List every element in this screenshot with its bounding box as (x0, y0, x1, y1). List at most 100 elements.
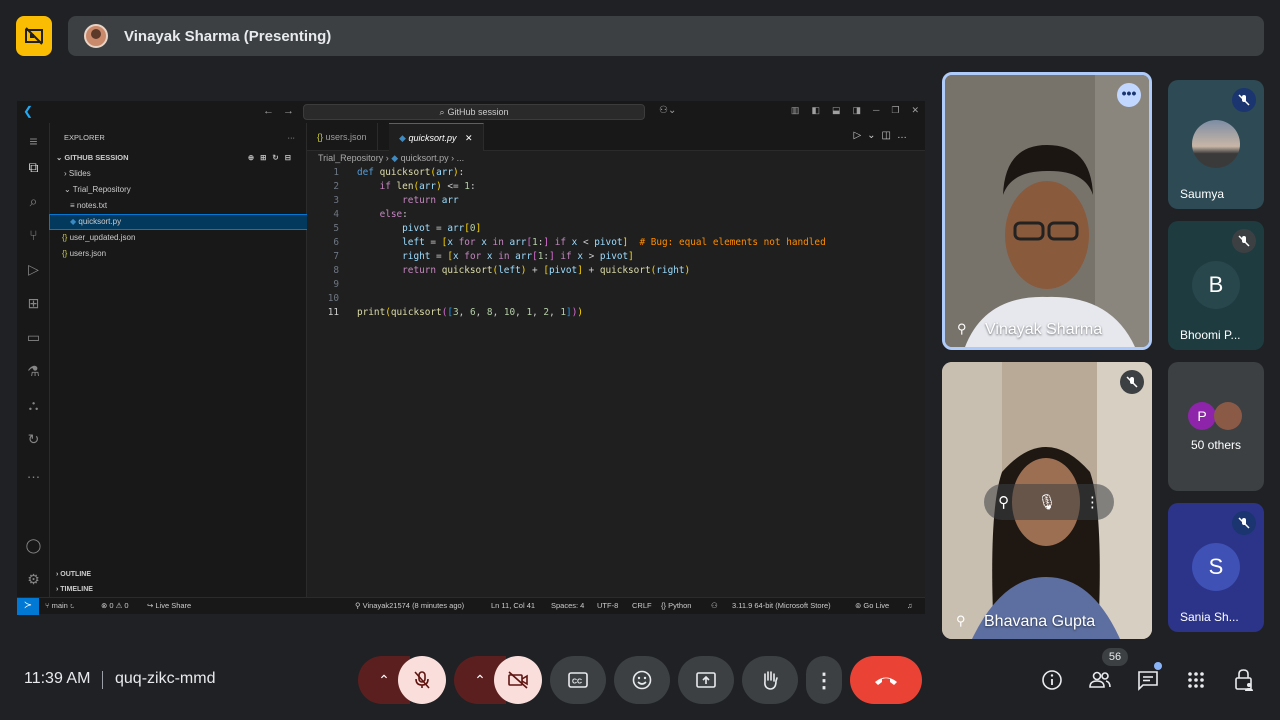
tile-more-icon[interactable]: ⋮ (1085, 493, 1100, 511)
source-control-icon[interactable]: ⑂ (25, 227, 42, 244)
present-screen-button[interactable] (678, 656, 734, 704)
python-icon[interactable]: ⛬ (25, 397, 42, 414)
tab-users-json[interactable]: {} users.json (307, 123, 378, 151)
notifications-bell-icon[interactable]: ♫ (907, 601, 913, 610)
participant-tile-saumya[interactable]: Saumya (1168, 80, 1264, 209)
go-live[interactable]: ⊚ Go Live (855, 601, 889, 610)
outline-section[interactable]: › OUTLINE (50, 568, 307, 582)
presentation-stop-icon[interactable] (16, 16, 52, 56)
restore-icon[interactable]: ❐ (891, 105, 899, 116)
unpin-icon[interactable]: ⚲ (998, 493, 1009, 511)
participant-tile-sania[interactable]: S Sania Sh... (1168, 503, 1264, 632)
toggle-panel-icon[interactable]: ⬓ (832, 105, 841, 116)
mic-off-icon (1120, 370, 1144, 394)
indentation[interactable]: Spaces: 4 (551, 601, 584, 610)
remote-explorer-icon[interactable]: ▭ (25, 329, 42, 346)
more-icon[interactable]: … (25, 465, 42, 482)
mic-off-icon (414, 671, 430, 689)
copilot-status-icon[interactable]: ⚇ (711, 601, 718, 610)
shared-screen: ❮ ← → ⌕ GitHub session ⚇⌄ ▥ ◧ ⬓ ◨ ─ ❐ ✕ … (17, 101, 925, 615)
reactions-button[interactable] (614, 656, 670, 704)
participant-tile-others[interactable]: P 50 others (1168, 362, 1264, 491)
back-arrow-icon[interactable]: ← (263, 105, 274, 117)
live-share-icon[interactable]: ↻ (25, 431, 42, 448)
more-options-button[interactable]: ⋮ (806, 656, 842, 704)
tree-item-quicksort[interactable]: ◆ quicksort.py (49, 214, 308, 230)
toggle-secondary-icon[interactable]: ◨ (852, 105, 861, 116)
testing-icon[interactable]: ⚗ (25, 363, 42, 380)
code-line: 7 right = [x for x in arr[1:] if x > piv… (333, 251, 634, 262)
captions-button[interactable]: CC (550, 656, 606, 704)
participant-tile-bhavana[interactable]: ⚲ 🎙 ⋮ ⚲ Bhavana Gupta (942, 362, 1152, 639)
participant-tile-bhoomi[interactable]: B Bhoomi P... (1168, 221, 1264, 350)
toggle-sidebar-icon[interactable]: ◧ (811, 105, 820, 116)
mic-off-icon (1232, 511, 1256, 535)
mute-participant-icon[interactable]: 🎙 (1037, 493, 1056, 511)
editor-area: {} users.json ◆ quicksort.py ✕ ▷⌄◫… Tria… (307, 123, 925, 597)
search-icon[interactable]: ⌕ (25, 193, 42, 210)
git-branch[interactable]: ⑂ main ↻ (45, 601, 74, 610)
line-ending[interactable]: CRLF (632, 601, 652, 610)
python-interpreter[interactable]: 3.11.9 64-bit (Microsoft Store) (732, 601, 831, 610)
tree-item-users[interactable]: {} users.json (50, 247, 307, 261)
layout-icon[interactable]: ▥ (791, 105, 800, 116)
chat-icon (1138, 671, 1158, 691)
raise-hand-button[interactable] (742, 656, 798, 704)
meeting-details-button[interactable] (1040, 668, 1064, 692)
explorer-icon[interactable]: ⧉ (25, 159, 42, 176)
forward-arrow-icon[interactable]: → (283, 105, 294, 117)
extensions-icon[interactable]: ⊞ (25, 295, 42, 312)
unread-dot (1154, 662, 1162, 670)
git-blame[interactable]: ⚲ Vinayak21574 (8 minutes ago) (355, 601, 464, 610)
pin-icon[interactable]: ⚲ (956, 613, 966, 629)
avatar (1214, 402, 1242, 430)
leave-call-button[interactable] (850, 656, 922, 704)
activities-button[interactable] (1184, 668, 1208, 692)
emoji-icon (632, 670, 652, 690)
live-share-status[interactable]: ↪ Live Share (147, 601, 191, 610)
cursor-position[interactable]: Ln 11, Col 41 (491, 601, 535, 610)
timeline-section[interactable]: › TIMELINE (50, 583, 307, 597)
close-window-icon[interactable]: ✕ (911, 105, 919, 116)
editor-actions[interactable]: ▷⌄◫… (853, 130, 913, 141)
minimize-icon[interactable]: ─ (873, 105, 879, 116)
participant-tile-vinayak[interactable]: ••• ⚲ Vinayak Sharma (942, 72, 1152, 350)
more-options-icon[interactable]: ••• (1117, 83, 1141, 107)
mic-off-icon (1232, 88, 1256, 112)
breadcrumb: Trial_Repository › ◆ quicksort.py › ... (318, 153, 465, 163)
tree-item-notes[interactable]: ≡ notes.txt (50, 199, 307, 213)
presenting-banner: Vinayak Sharma (Presenting) (68, 16, 1264, 56)
tab-quicksort-py[interactable]: ◆ quicksort.py ✕ (389, 123, 484, 151)
settings-gear-icon[interactable]: ⚙ (25, 571, 42, 588)
presenting-label: Vinayak Sharma (Presenting) (124, 27, 332, 45)
workspace-section[interactable]: ⌄ GITHUB SESSION ⊕⊞↻⊟ (50, 151, 307, 165)
encoding[interactable]: UTF-8 (597, 601, 618, 610)
close-tab-icon[interactable]: ✕ (465, 133, 473, 143)
camera-toggle-button[interactable] (494, 656, 542, 704)
others-count: 50 others (1190, 438, 1242, 452)
avatar (1192, 120, 1240, 168)
host-controls-button[interactable] (1232, 668, 1256, 692)
chat-button[interactable] (1136, 662, 1162, 692)
remote-icon[interactable]: ≻ (17, 598, 39, 615)
account-icon[interactable]: ◯ (25, 537, 42, 554)
tree-item-trial-repository[interactable]: ⌄ Trial_Repository (50, 183, 307, 197)
tree-item-slides[interactable]: › Slides (50, 167, 307, 181)
participant-name: Saumya (1180, 187, 1225, 201)
chevron-up-icon: ⌃ (474, 671, 486, 688)
tree-item-user-updated[interactable]: {} user_updated.json (50, 231, 307, 245)
explorer-actions[interactable]: ⊕⊞↻⊟ (248, 151, 297, 165)
microphone-toggle-button[interactable] (398, 656, 446, 704)
people-button[interactable] (1088, 668, 1112, 692)
language-mode[interactable]: {} Python (661, 601, 691, 610)
pin-icon[interactable]: ⚲ (957, 321, 967, 337)
problems-count[interactable]: ⊗ 0 ⚠ 0 (101, 601, 129, 610)
divider (102, 671, 103, 689)
command-center-search[interactable]: ⌕ GitHub session (303, 104, 645, 120)
participant-name: Sania Sh... (1180, 610, 1239, 624)
run-debug-icon[interactable]: ▷ (25, 261, 42, 278)
menu-icon[interactable]: ≡ (25, 133, 42, 150)
avatar: P (1188, 402, 1216, 430)
explorer-more-icon[interactable]: ··· (288, 131, 296, 145)
copilot-icon[interactable]: ⚇⌄ (659, 105, 676, 116)
